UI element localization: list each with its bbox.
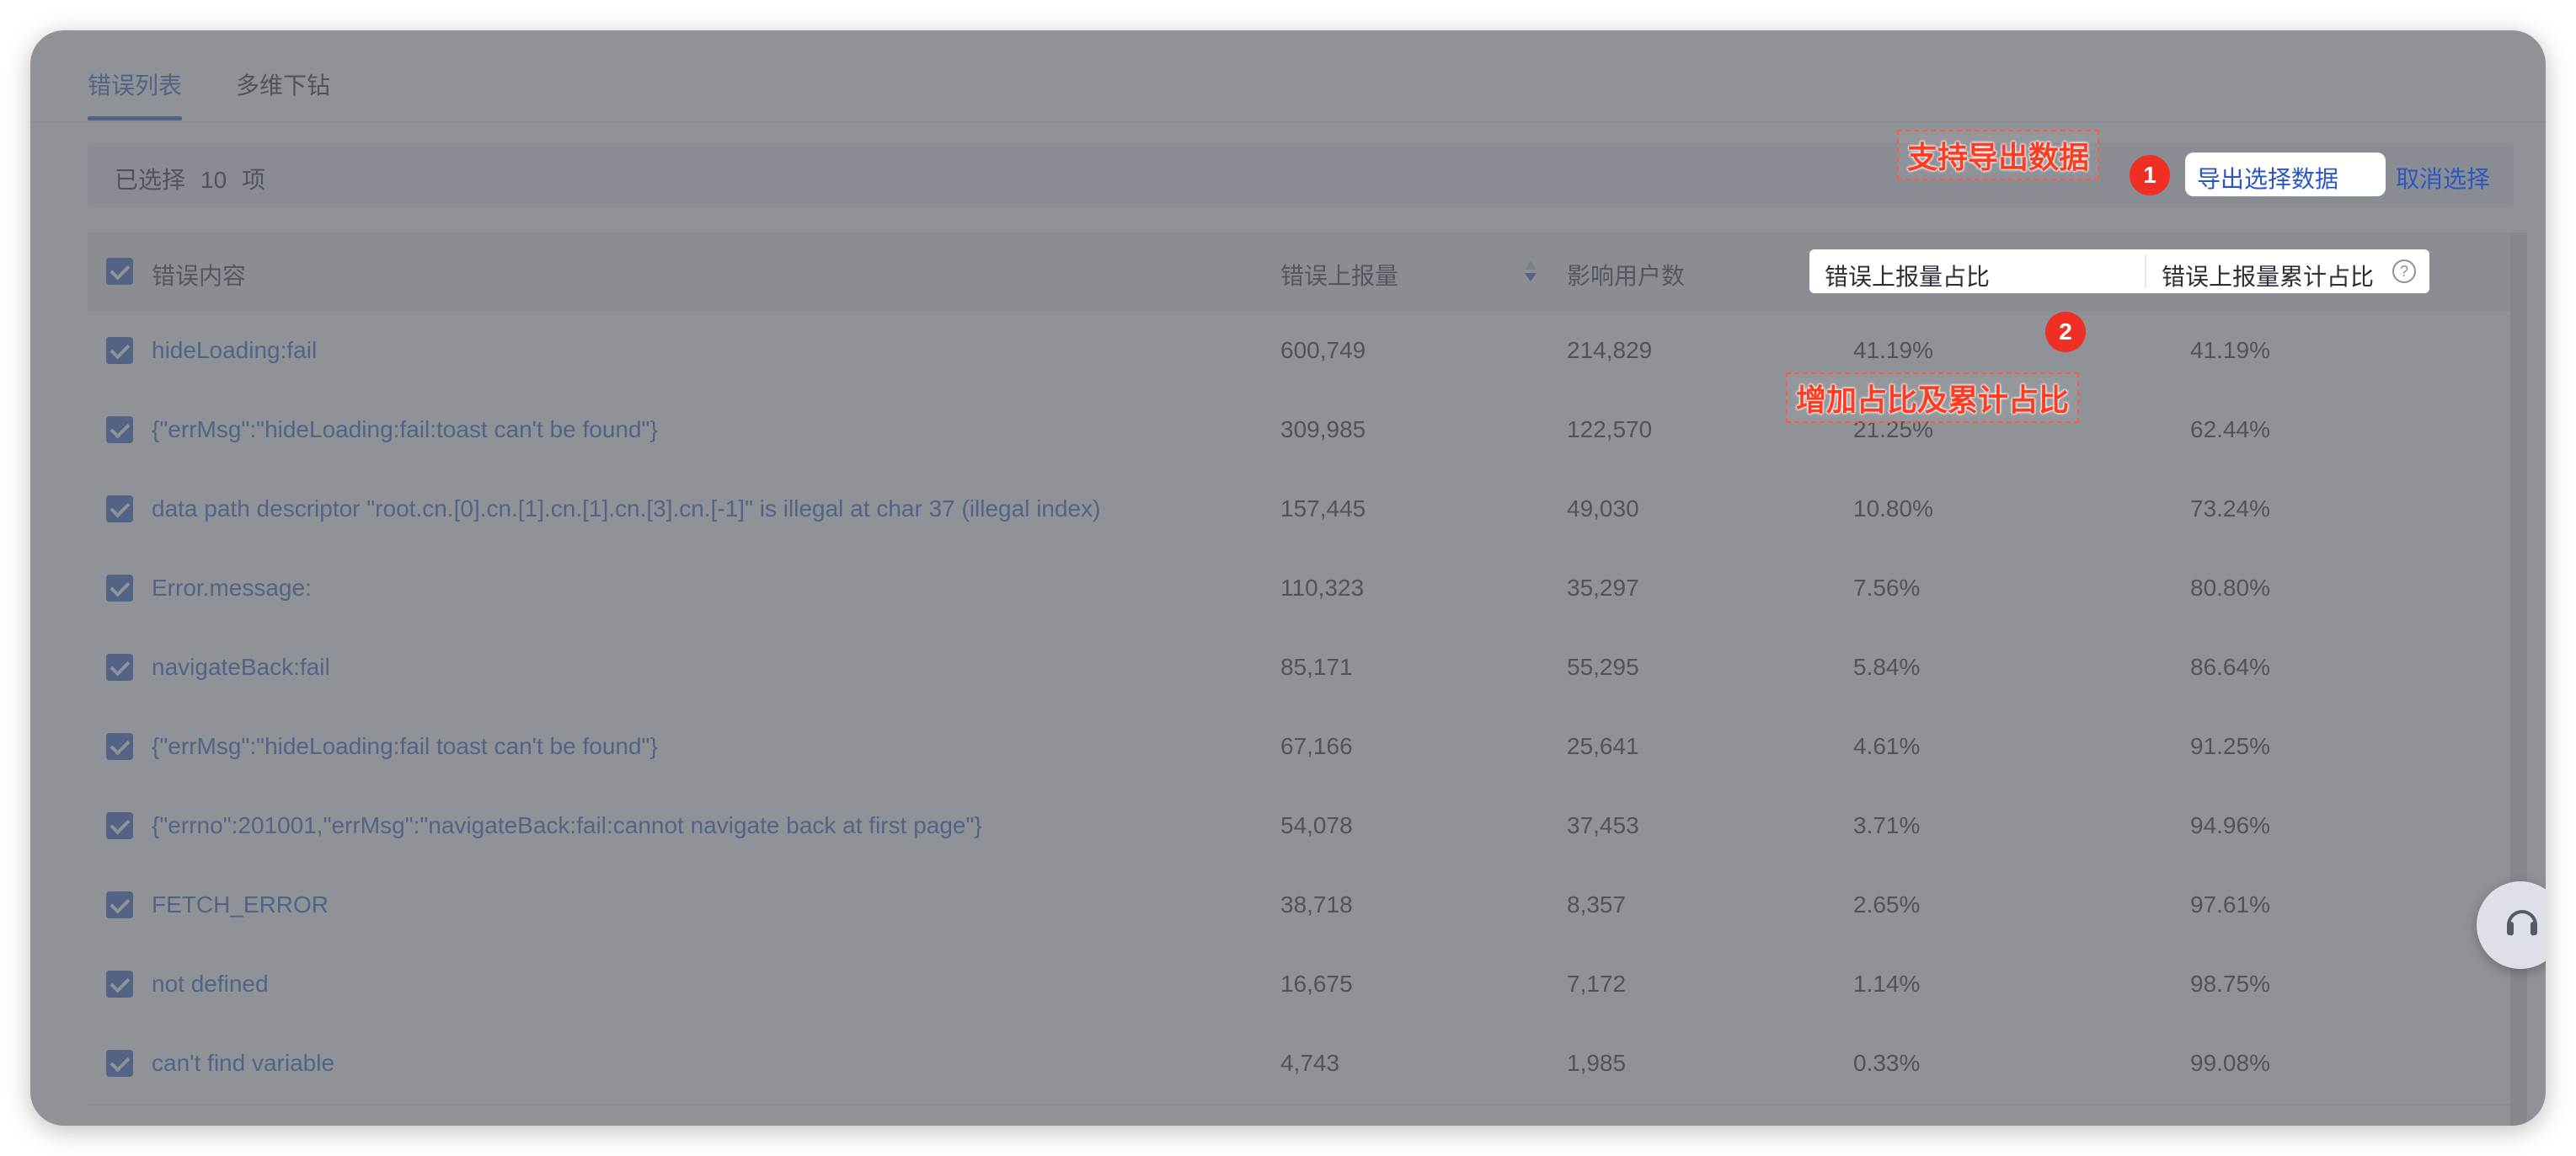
annotation-ratio-text: 增加占比及累计占比 [1786,372,2080,423]
cancel-selection-link[interactable]: 取消选择 [2396,161,2490,195]
tab-error-list[interactable]: 错误列表 [88,67,182,101]
error-report-count: 600,749 [1280,337,1366,363]
question-circle-icon[interactable]: ? [2392,260,2416,283]
headset-icon [2507,910,2537,940]
affected-user-count: 214,829 [1567,337,1653,363]
affected-user-count: 55,295 [1567,654,1639,680]
reports-sort-icon[interactable] [1525,261,1537,283]
report-ratio: 4.61% [1853,733,1921,759]
cumulative-ratio: 99.08% [2190,1050,2270,1076]
affected-user-count: 49,030 [1567,495,1639,522]
row-checkbox[interactable] [106,654,133,681]
error-report-count: 67,166 [1280,733,1353,759]
error-table: 错误内容 错误上报量 影响用户数 hideLoading:fail 600,749… [88,233,2514,1126]
row-checkbox[interactable] [106,812,133,839]
error-content-link[interactable]: {"errno":201001,"errMsg":"navigateBack:f… [152,812,982,839]
cumulative-ratio: 94.96% [2190,812,2270,838]
error-report-count: 157,445 [1280,495,1366,522]
annotation-badge-2: 2 [2045,312,2086,352]
error-report-count: 309,985 [1280,416,1366,442]
row-checkbox[interactable] [106,1050,133,1077]
row-checkbox[interactable] [106,733,133,760]
error-report-count: 85,171 [1280,654,1353,680]
export-selected-button[interactable]: 导出选择数据 [2185,153,2386,196]
row-checkbox[interactable] [106,575,133,602]
affected-user-count: 37,453 [1567,812,1639,838]
error-content-link[interactable]: not defined [152,971,269,998]
error-content-link[interactable]: navigateBack:fail [152,654,330,681]
annotation-export-text: 支持导出数据 [1897,130,2100,180]
vertical-scrollbar[interactable] [2510,233,2527,1126]
select-all-checkbox[interactable] [106,258,133,285]
affected-user-count: 7,172 [1567,971,1627,997]
table-row: Error.message: 110,323 35,297 7.56% 80.80% [88,549,2514,630]
error-report-count: 16,675 [1280,971,1353,997]
row-checkbox[interactable] [106,416,133,443]
report-ratio: 7.56% [1853,575,1921,601]
affected-user-count: 8,357 [1567,891,1627,918]
row-checkbox[interactable] [106,891,133,918]
error-report-count: 38,718 [1280,891,1353,918]
error-content-link[interactable]: hideLoading:fail [152,337,317,364]
affected-user-count: 122,570 [1567,416,1653,442]
col-header-ratio: 错误上报量占比 [1825,264,1991,290]
col-header-reports[interactable]: 错误上报量 [1280,258,1398,292]
cumulative-ratio: 80.80% [2190,575,2270,601]
cumulative-ratio: 86.64% [2190,654,2270,680]
selection-suffix: 项 [242,167,266,193]
table-row: can't find variable 4,743 1,985 0.33% 99.08% [88,1025,2514,1105]
error-report-count: 4,743 [1280,1050,1340,1076]
table-row: data path descriptor "root.cn.[0].cn.[1]… [88,470,2514,551]
table-row: navigateBack:fail 85,171 55,295 5.84% 86.64% [88,629,2514,709]
report-ratio: 0.33% [1853,1050,1921,1076]
tab-bar: 错误列表 多维下钻 [30,30,2546,123]
report-ratio: 5.84% [1853,654,1921,680]
selection-count: 10 [200,167,227,193]
selection-summary: 已选择 10 项 [115,162,265,195]
cumulative-ratio: 41.19% [2190,337,2270,363]
table-row: not defined 16,675 7,172 1.14% 98.75% [88,945,2514,1026]
selection-prefix: 已选择 [115,167,186,193]
cumulative-ratio: 62.44% [2190,416,2270,442]
back-to-top-icon[interactable] [2542,1122,2546,1126]
cumulative-ratio: 98.75% [2190,971,2270,997]
row-checkbox[interactable] [106,337,133,364]
affected-user-count: 1,985 [1567,1050,1627,1076]
table-row: {"errMsg":"hideLoading:fail toast can't … [88,708,2514,789]
error-report-count: 110,323 [1280,575,1365,601]
error-content-link[interactable]: data path descriptor "root.cn.[0].cn.[1]… [152,495,1100,522]
error-content-link[interactable]: {"errMsg":"hideLoading:fail:toast can't … [152,416,658,443]
active-tab-indicator [88,116,182,120]
report-ratio: 1.14% [1853,971,1921,997]
affected-user-count: 35,297 [1567,575,1639,601]
report-ratio: 2.65% [1853,891,1921,918]
header-divider [2145,254,2146,288]
error-content-link[interactable]: {"errMsg":"hideLoading:fail toast can't … [152,733,658,760]
table-row: {"errMsg":"hideLoading:fail:toast can't … [88,391,2514,472]
error-content-link[interactable]: FETCH_ERROR [152,891,329,918]
tab-multi-drilldown[interactable]: 多维下钻 [236,67,330,101]
col-header-content: 错误内容 [152,263,247,289]
row-checkbox[interactable] [106,495,133,522]
col-header-cumulative: 错误上报量累计占比 [2162,264,2375,290]
table-row: {"errno":201001,"errMsg":"navigateBack:f… [88,787,2514,868]
app-window: 错误列表 多维下钻 已选择 10 项 错误内容 错误上报量 影响用户数 hideLo… [30,30,2546,1126]
table-row: FETCH_ERROR 38,718 8,357 2.65% 97.61% [88,866,2514,947]
report-ratio: 10.80% [1853,495,1933,522]
table-row: hideLoading:fail 600,749 214,829 41.19% 41.1… [88,312,2514,393]
error-content-link[interactable]: can't find variable [152,1050,334,1077]
export-selected-label: 导出选择数据 [2197,166,2339,192]
cumulative-ratio: 73.24% [2190,495,2270,522]
highlighted-column-headers: 错误上报量占比 错误上报量累计占比 ? [1809,249,2429,293]
report-ratio: 3.71% [1853,812,1921,838]
report-ratio: 41.19% [1853,337,1933,363]
error-content-link[interactable]: Error.message: [152,575,312,602]
cumulative-ratio: 97.61% [2190,891,2270,918]
col-header-users[interactable]: 影响用户数 [1567,258,1685,292]
row-checkbox[interactable] [106,971,133,998]
affected-user-count: 25,641 [1567,733,1639,759]
cumulative-ratio: 91.25% [2190,733,2270,759]
annotation-badge-1: 1 [2130,155,2170,195]
error-report-count: 54,078 [1280,812,1353,838]
